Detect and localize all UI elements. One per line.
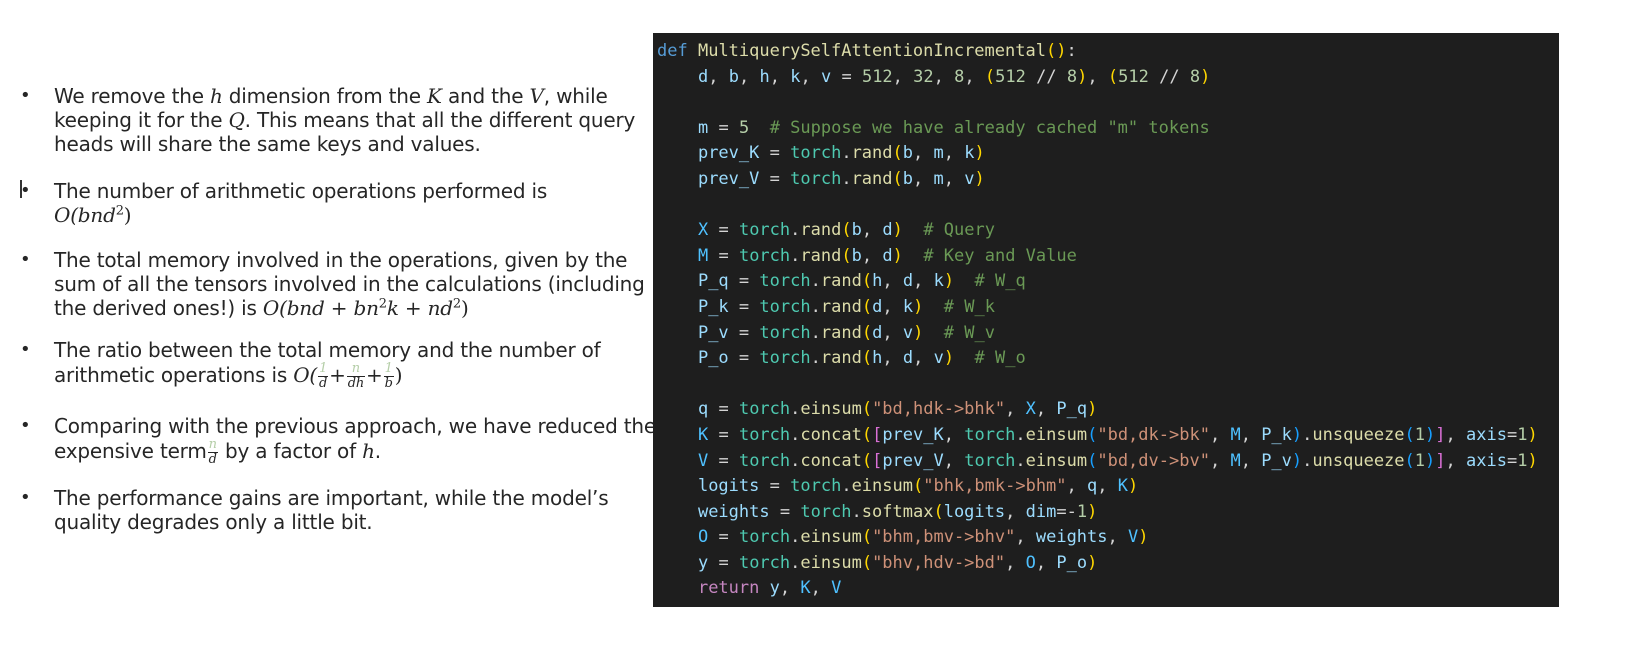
plus-sign: + xyxy=(366,363,383,387)
math-part: O(bnd + bn xyxy=(262,296,379,320)
math-V: V xyxy=(529,84,544,108)
code-line: P_o = torch.rand(h, d, v) # W_o xyxy=(697,348,1026,369)
text: . xyxy=(374,439,381,463)
code-line: V = torch.concat([prev_V, torch.einsum("… xyxy=(697,450,1538,471)
fraction: nd xyxy=(207,437,218,467)
code-line: weights = torch.softmax(logits, dim=-1) xyxy=(697,501,1098,522)
code-line: X = torch.rand(b, d) # Query xyxy=(697,220,995,241)
code-line: prev_V = torch.rand(b, m, v) xyxy=(697,168,985,189)
bullet-total-memory: The total memory involved in the operati… xyxy=(18,248,658,320)
numerator: 1 xyxy=(383,361,394,377)
denominator: d xyxy=(208,452,217,467)
code-line: P_v = torch.rand(d, v) # W_v xyxy=(697,322,995,343)
math-K: K xyxy=(427,84,442,108)
text: The number of arithmetic operations perf… xyxy=(54,179,548,203)
code-line: return y, K, V xyxy=(697,578,842,599)
denominator: b xyxy=(384,376,393,391)
math-open: O( xyxy=(293,363,318,387)
fraction: n dh xyxy=(346,362,366,391)
text: The performance gains are important, whi… xyxy=(54,486,609,534)
fraction: 1b xyxy=(383,361,394,391)
math-h: h xyxy=(362,439,375,463)
numerator: 1 xyxy=(318,361,329,377)
bullet-performance-gains: The performance gains are important, whi… xyxy=(18,486,658,534)
math-close: ) xyxy=(123,203,132,227)
fraction: 1d xyxy=(318,361,329,391)
code-line: M = torch.rand(b, d) # Key and Value xyxy=(697,245,1077,266)
math-exponent: 2 xyxy=(115,203,124,219)
plus-sign: + xyxy=(329,363,346,387)
math-exponent: 2 xyxy=(452,296,461,312)
code-panel: def MultiquerySelfAttentionIncremental()… xyxy=(653,33,1559,607)
math-close: ) xyxy=(460,296,469,320)
numerator: n xyxy=(207,437,218,453)
code-line: O = torch.einsum("bhm,bmv->bhv", weights… xyxy=(697,527,1149,548)
math-exponent: 2 xyxy=(378,296,387,312)
text-cursor xyxy=(20,180,22,198)
math-Q: Q xyxy=(228,108,245,132)
bullet-arithmetic-operations: The number of arithmetic operations perf… xyxy=(18,179,547,227)
numerator: n xyxy=(346,362,366,377)
denominator: dh xyxy=(347,376,365,391)
text: by a factor of xyxy=(218,439,363,463)
text: and the xyxy=(441,84,530,108)
code-line: y = torch.einsum("bhv,hdv->bd", O, P_o) xyxy=(697,552,1098,573)
denominator: d xyxy=(319,376,328,391)
code-line: P_k = torch.rand(d, k) # W_k xyxy=(697,296,995,317)
code-line: d, b, h, k, v = 512, 32, 8, (512 // 8), … xyxy=(697,66,1211,87)
math-part: k + nd xyxy=(386,296,453,320)
math-h: h xyxy=(209,84,223,108)
text: We remove the xyxy=(54,84,210,108)
code-block: def MultiquerySelfAttentionIncremental()… xyxy=(657,39,1538,602)
bullet-comparing: Comparing with the previous approach, we… xyxy=(18,414,658,467)
code-line: q = torch.einsum("bd,hdk->bhk", X, P_q) xyxy=(697,399,1098,420)
code-line: P_q = torch.rand(h, d, k) # W_q xyxy=(697,271,1026,292)
bullet-remove-h-dimension: We remove the h dimension from the K and… xyxy=(18,84,658,156)
bullet-ratio: The ratio between the total memory and t… xyxy=(18,338,658,391)
text: dimension from the xyxy=(222,84,428,108)
math-complexity: O(bnd xyxy=(54,203,116,227)
code-line: def MultiquerySelfAttentionIncremental()… xyxy=(657,41,1077,61)
code-line: m = 5 # Suppose we have already cached "… xyxy=(697,117,1210,138)
code-line: logits = torch.einsum("bhk,bmk->bhm", q,… xyxy=(697,476,1139,497)
math-close: ) xyxy=(394,363,403,387)
code-line: K = torch.concat([prev_K, torch.einsum("… xyxy=(697,424,1538,445)
code-line: prev_K = torch.rand(b, m, k) xyxy=(697,143,985,164)
